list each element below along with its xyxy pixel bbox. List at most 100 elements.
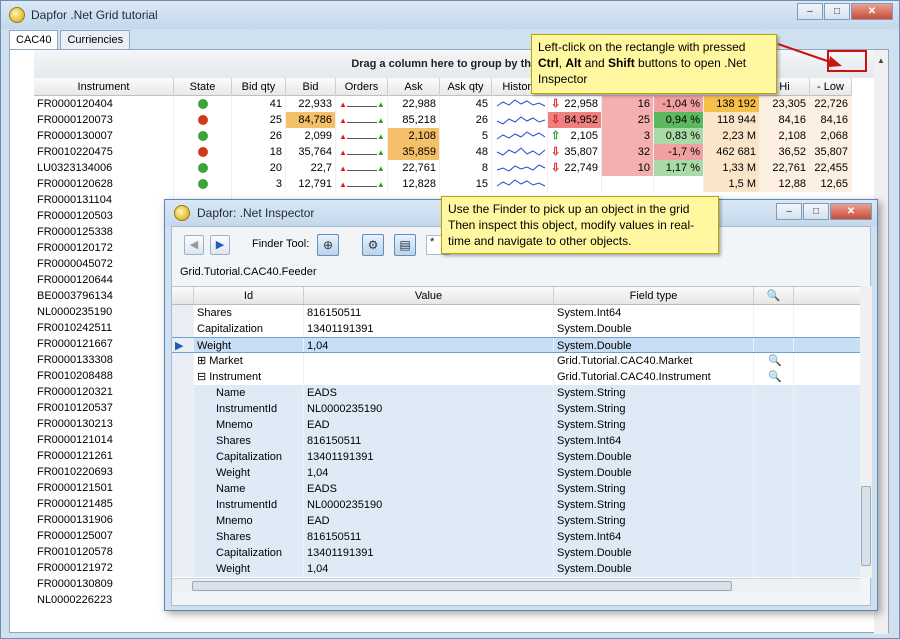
value-cell[interactable]: EAD — [304, 513, 554, 529]
property-row[interactable]: Name EADS System.String — [172, 385, 860, 401]
property-row[interactable]: ⊞ Market Grid.Tutorial.CAC40.Market 🔍 — [172, 353, 860, 369]
row-marker — [172, 433, 194, 449]
column-header[interactable]: Orders — [336, 78, 388, 96]
header-id[interactable]: Id — [194, 287, 304, 304]
column-header[interactable]: - Low — [810, 78, 852, 96]
property-row[interactable]: ⊟ Instrument Grid.Tutorial.CAC40.Instrumen… — [172, 369, 860, 385]
inspector-hotspot-rectangle[interactable] — [827, 50, 867, 72]
search-cell[interactable] — [754, 481, 794, 497]
header-field-type[interactable]: Field type — [554, 287, 754, 304]
properties-icon[interactable]: ▤ — [394, 234, 416, 256]
value-cell[interactable]: 13401191391 — [304, 545, 554, 561]
scroll-thumb[interactable] — [861, 486, 871, 566]
search-object-icon[interactable]: 🔍 — [768, 355, 782, 367]
property-row[interactable]: Name EADS System.String — [172, 481, 860, 497]
header-search-icon[interactable]: 🔍 — [754, 287, 794, 304]
column-header[interactable]: Instrument — [34, 78, 174, 96]
property-row[interactable]: InstrumentId NL0000235190 System.String — [172, 401, 860, 417]
column-header[interactable]: Bid — [286, 78, 336, 96]
value-cell[interactable]: 1,04 — [304, 561, 554, 577]
minimize-button[interactable]: – — [797, 3, 823, 20]
property-row[interactable]: InstrumentId NL0000235190 System.String — [172, 497, 860, 513]
table-row[interactable]: LU0323134006 20 22,7 ▲ ▲ 22,761 8 ⇩ 22,749 10 1,17… — [34, 160, 874, 176]
network-icon[interactable]: ⚙ — [362, 234, 384, 256]
search-cell[interactable] — [754, 465, 794, 481]
property-row[interactable]: Capitalization 13401191391 System.Double — [172, 449, 860, 465]
column-header[interactable]: Bid qty — [232, 78, 286, 96]
property-row[interactable]: Weight 1,04 System.Double — [172, 465, 860, 481]
search-cell[interactable] — [754, 385, 794, 401]
property-table: Id Value Field type 🔍 Shares 816150511 Sys… — [172, 286, 860, 578]
property-row[interactable]: Mnemo EAD System.String — [172, 513, 860, 529]
value-cell[interactable]: EAD — [304, 417, 554, 433]
search-cell[interactable] — [754, 321, 794, 337]
property-horizontal-scrollbar[interactable] — [172, 578, 860, 592]
inspector-minimize-button[interactable]: – — [776, 203, 802, 220]
property-row[interactable]: Shares 816150511 System.Int64 — [172, 305, 860, 321]
search-cell[interactable] — [754, 338, 794, 352]
grid-cell — [492, 128, 548, 144]
table-row[interactable]: FR0010220475 18 35,764 ▲ ▲ 35,859 48 ⇩ 35,807 32-… — [34, 144, 874, 160]
search-cell[interactable]: 🔍 — [754, 353, 794, 369]
back-arrow-icon[interactable]: ◀ — [184, 235, 204, 255]
scroll-up-icon[interactable]: ▲ — [874, 56, 888, 70]
order-bid-icon: ▲ — [339, 148, 347, 157]
value-cell[interactable]: EADS — [304, 385, 554, 401]
property-row[interactable]: Shares 816150511 System.Int64 — [172, 433, 860, 449]
property-row[interactable]: Capitalization 13401191391 System.Double — [172, 321, 860, 337]
maximize-button[interactable]: □ — [824, 3, 850, 20]
expand-toggle-icon[interactable]: ⊟ — [197, 371, 206, 383]
value-cell[interactable]: NL0000235190 — [304, 401, 554, 417]
scroll-thumb[interactable] — [192, 581, 732, 591]
search-object-icon[interactable]: 🔍 — [768, 371, 782, 383]
property-row[interactable]: Shares 816150511 System.Int64 — [172, 529, 860, 545]
close-button[interactable]: ✕ — [851, 3, 893, 20]
property-row[interactable]: Capitalization 13401191391 System.Double — [172, 545, 860, 561]
table-row[interactable]: FR0000120404 41 22,933 ▲ ▲ 22,988 45 ⇩ 22,958 16-… — [34, 96, 874, 112]
table-row[interactable]: FR0000120628 3 12,791 ▲ ▲ 12,828 15 1,5 M 12,88 1… — [34, 176, 874, 192]
table-row[interactable]: FR0000120073 25 84,786 ▲ ▲ 85,218 26 ⇩ 84,952 25 0… — [34, 112, 874, 128]
search-cell[interactable] — [754, 305, 794, 321]
inspector-close-button[interactable]: ✕ — [830, 203, 872, 220]
value-cell[interactable]: 816150511 — [304, 433, 554, 449]
search-cell[interactable] — [754, 513, 794, 529]
expand-toggle-icon[interactable]: ⊞ — [197, 355, 206, 367]
grid-cell: -1,04 % — [654, 96, 704, 112]
search-cell[interactable] — [754, 545, 794, 561]
property-row[interactable]: Weight 1,04 System.Double — [172, 561, 860, 577]
value-cell[interactable]: 816150511 — [304, 529, 554, 545]
value-cell[interactable] — [304, 369, 554, 385]
property-row[interactable]: Mnemo EAD System.String — [172, 417, 860, 433]
value-cell[interactable]: 13401191391 — [304, 449, 554, 465]
search-cell[interactable] — [754, 449, 794, 465]
value-cell[interactable] — [304, 353, 554, 369]
property-row[interactable]: ▶ Weight 1,04 System.Double — [172, 337, 860, 353]
search-cell[interactable] — [754, 433, 794, 449]
value-cell[interactable]: NL0000235190 — [304, 497, 554, 513]
id-cell: Mnemo — [194, 513, 304, 529]
value-cell[interactable]: EADS — [304, 481, 554, 497]
column-header[interactable]: State — [174, 78, 232, 96]
value-cell[interactable]: 816150511 — [304, 305, 554, 321]
order-ask-icon: ▲ — [376, 148, 385, 157]
grid-cell — [174, 176, 232, 192]
column-header[interactable]: Ask qty — [440, 78, 492, 96]
search-cell[interactable] — [754, 561, 794, 577]
value-cell[interactable]: 13401191391 — [304, 321, 554, 337]
property-vertical-scrollbar[interactable] — [860, 286, 872, 578]
forward-arrow-icon[interactable]: ▶ — [210, 235, 230, 255]
search-cell[interactable]: 🔍 — [754, 369, 794, 385]
tab-curriencies[interactable]: Curriencies — [60, 30, 131, 50]
search-cell[interactable] — [754, 401, 794, 417]
finder-crosshair-icon[interactable]: ⊕ — [317, 234, 339, 256]
table-row[interactable]: FR0000130007 26 2,099 ▲ ▲ 2,108 5 ⇧ 2,105 3 0,83 %… — [34, 128, 874, 144]
tab-cac40[interactable]: CAC40 — [9, 30, 59, 51]
search-cell[interactable] — [754, 497, 794, 513]
search-cell[interactable] — [754, 529, 794, 545]
value-cell[interactable]: 1,04 — [304, 465, 554, 481]
value-cell[interactable]: 1,04 — [304, 338, 554, 352]
column-header[interactable]: Ask — [388, 78, 440, 96]
inspector-maximize-button[interactable]: □ — [803, 203, 829, 220]
header-value[interactable]: Value — [304, 287, 554, 304]
search-cell[interactable] — [754, 417, 794, 433]
